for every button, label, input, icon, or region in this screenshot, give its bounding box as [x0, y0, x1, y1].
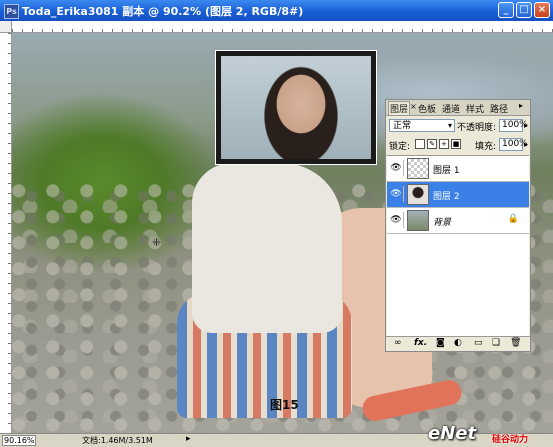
document-info: 文档:1.46M/3.51M	[82, 436, 153, 445]
tab-swatches[interactable]: 色板	[418, 102, 436, 115]
enet-watermark: eNet	[428, 423, 477, 444]
trash-icon[interactable]: 🗑	[510, 338, 521, 348]
document-title: Toda_Erika3081 副本 @ 90.2% (图层 2, RGB/8#)	[22, 5, 304, 18]
tab-paths[interactable]: 路径	[490, 102, 508, 115]
layer-thumbnail	[407, 210, 429, 231]
fx-icon[interactable]: fx.	[414, 338, 427, 348]
lock-position-icon[interactable]: +	[439, 139, 449, 149]
layer-row-selected[interactable]: 👁 图层 2	[387, 182, 529, 208]
opacity-slider-icon[interactable]: ▸	[524, 121, 528, 130]
panel-menu-icon[interactable]: ▸	[519, 101, 528, 112]
ruler-origin[interactable]	[0, 21, 12, 33]
link-icon[interactable]: ∞	[394, 338, 402, 348]
photo-subject-shirt	[192, 163, 342, 333]
document-titlebar: Ps Toda_Erika3081 副本 @ 90.2% (图层 2, RGB/…	[0, 0, 553, 21]
layers-panel-toolbar: ∞ fx. ◙ ◐ ▭ ❏ 🗑	[386, 336, 530, 351]
fill-label: 填充:	[475, 142, 497, 152]
vertical-ruler[interactable]	[0, 33, 12, 433]
layer-name: 背景	[433, 218, 452, 228]
crosshair-cursor-icon: ⁜	[152, 236, 162, 249]
new-layer-icon[interactable]: ❏	[492, 338, 500, 348]
layer-row[interactable]: 👁 背景 🔒	[387, 208, 529, 234]
lock-icon: 🔒	[507, 214, 519, 224]
layer-name: 图层 1	[433, 166, 460, 176]
adjustment-icon[interactable]: ◐	[454, 338, 462, 348]
blend-mode-value: 正常	[393, 121, 412, 131]
layer-row[interactable]: 👁 图层 1	[387, 156, 529, 182]
visibility-eye-icon[interactable]: 👁	[389, 186, 404, 202]
horizontal-ruler[interactable]	[12, 21, 553, 33]
maximize-button[interactable]: □	[516, 2, 532, 18]
mask-icon[interactable]: ◙	[436, 338, 445, 348]
fill-slider-icon[interactable]: ▸	[524, 140, 528, 149]
lock-pixels-icon[interactable]: ✎	[427, 139, 437, 149]
layer-thumbnail	[407, 158, 429, 179]
tab-layers[interactable]: 图层	[388, 101, 411, 115]
enet-watermark-sub: 硅谷动力	[492, 435, 529, 445]
minimize-button[interactable]: _	[498, 2, 514, 18]
photoshop-icon: Ps	[4, 4, 19, 19]
blend-mode-select[interactable]: 正常 ▾	[389, 119, 455, 132]
close-button[interactable]: ×	[534, 2, 550, 18]
tab-channels[interactable]: 通道	[442, 102, 460, 115]
visibility-eye-icon[interactable]: 👁	[389, 212, 404, 228]
lock-all-icon[interactable]: ■	[451, 139, 461, 149]
layers-panel: 图层 × 色板 通道 样式 路径 ▸ 正常 ▾ 不透明度: 100% ▸ 锁定:…	[385, 99, 531, 352]
status-menu-icon[interactable]: ▸	[186, 434, 191, 444]
zoom-field[interactable]: 90.16%	[2, 435, 36, 446]
panel-tabs: 图层 × 色板 通道 样式 路径 ▸	[386, 100, 530, 116]
figure-label: 图15	[270, 398, 299, 412]
chevron-down-icon: ▾	[447, 121, 452, 130]
lock-transparency-icon[interactable]	[415, 139, 425, 149]
lock-label: 锁定:	[389, 142, 411, 152]
opacity-input[interactable]: 100%	[499, 119, 528, 132]
opacity-label: 不透明度:	[457, 123, 497, 133]
framed-portrait-layer[interactable]	[215, 50, 377, 165]
fill-input[interactable]: 100%	[499, 138, 528, 151]
layer-name: 图层 2	[433, 192, 460, 202]
tab-close-icon[interactable]: ×	[410, 102, 417, 111]
layer-list: 👁 图层 1 👁 图层 2 👁 背景 🔒	[387, 155, 529, 336]
layer-thumbnail	[407, 184, 429, 205]
group-icon[interactable]: ▭	[474, 338, 483, 348]
tab-styles[interactable]: 样式	[466, 102, 484, 115]
visibility-eye-icon[interactable]: 👁	[389, 160, 404, 176]
